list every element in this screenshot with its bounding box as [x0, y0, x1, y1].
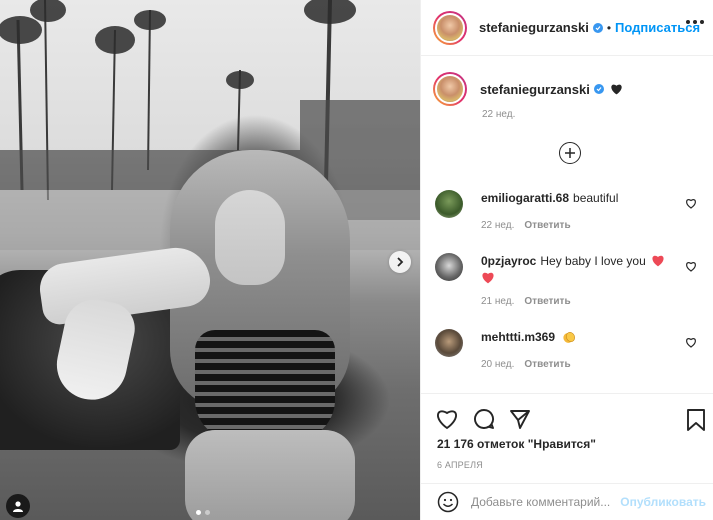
- carousel-dot-active: [196, 510, 201, 515]
- chevron-right-icon: [397, 257, 404, 267]
- comment-input[interactable]: [471, 495, 641, 509]
- verified-badge-icon: [592, 22, 603, 33]
- comments-list[interactable]: stefaniegurzanski 22 нед. emiliogaratti.…: [421, 57, 713, 393]
- comment-meta: 22 нед. Ответить: [481, 220, 571, 231]
- post-details-panel: stefaniegurzanski • Подписаться stefanie…: [420, 0, 713, 520]
- action-icons-row: [435, 408, 531, 430]
- comment-time: 21 нед.: [481, 296, 515, 307]
- commenter-username[interactable]: emiliogaratti.68: [481, 191, 569, 205]
- paper-plane-icon[interactable]: [509, 408, 531, 430]
- heart-outline-icon[interactable]: [435, 408, 459, 430]
- heart-outline-icon[interactable]: [685, 198, 697, 209]
- header-separator: •: [606, 20, 612, 35]
- verified-badge-icon: [593, 84, 604, 94]
- photo-lower-body: [185, 430, 355, 520]
- commenter-avatar[interactable]: [435, 190, 463, 218]
- reply-button[interactable]: Ответить: [524, 220, 570, 231]
- comment-body: 0pzjayroc Hey baby I love you: [481, 253, 681, 287]
- heart-outline-icon[interactable]: [685, 261, 697, 272]
- carousel-dots: [196, 510, 210, 515]
- heart-outline-icon[interactable]: [685, 337, 697, 348]
- comment-body: emiliogaratti.68 beautiful: [481, 190, 681, 207]
- red-heart-icon: [652, 255, 664, 267]
- bookmark-icon[interactable]: [686, 408, 706, 432]
- author-avatar[interactable]: [433, 10, 467, 45]
- user-tag-button[interactable]: [6, 494, 30, 518]
- post-photo[interactable]: [0, 0, 420, 520]
- user-tag-icon: [13, 501, 23, 512]
- more-horizontal-icon[interactable]: [686, 20, 704, 24]
- post-actions: 21 176 отметок "Нравится" 6 АПРЕЛЯ: [421, 393, 713, 483]
- carousel-next-button[interactable]: [389, 251, 411, 273]
- commenter-avatar[interactable]: [435, 329, 463, 357]
- carousel-dot: [205, 510, 210, 515]
- reply-button[interactable]: Ответить: [524, 296, 570, 307]
- comment-meta: 21 нед. Ответить: [481, 296, 571, 307]
- publish-button[interactable]: Опубликовать: [620, 495, 706, 509]
- commenter-username[interactable]: mehttti.m369: [481, 330, 555, 344]
- comment-time: 20 нед.: [481, 359, 515, 370]
- comment-text: beautiful: [573, 191, 619, 205]
- author-username[interactable]: stefaniegurzanski: [479, 20, 589, 35]
- caption-author-avatar[interactable]: [433, 72, 467, 106]
- plus-circle-icon: [565, 148, 575, 158]
- post-header: stefaniegurzanski • Подписаться: [421, 0, 713, 56]
- clapping-hands-icon: [563, 332, 576, 343]
- comment-text: Hey baby I love you: [540, 254, 646, 268]
- smiley-icon[interactable]: [437, 491, 459, 513]
- photo-crochet-top: [195, 330, 335, 440]
- add-comment-bar: Опубликовать: [421, 483, 713, 520]
- comment-body: mehttti.m369: [481, 329, 681, 346]
- commenter-avatar[interactable]: [435, 253, 463, 281]
- photo-face: [215, 190, 285, 285]
- load-more-comments-button[interactable]: [559, 142, 581, 164]
- likes-count[interactable]: 21 176 отметок "Нравится": [437, 437, 596, 451]
- reply-button[interactable]: Ответить: [524, 359, 570, 370]
- post-date: 6 АПРЕЛЯ: [437, 460, 483, 470]
- red-heart-icon: [482, 272, 494, 284]
- black-heart-icon: [611, 84, 622, 95]
- caption-timestamp: 22 нед.: [482, 109, 516, 120]
- caption-username[interactable]: stefaniegurzanski: [480, 82, 590, 97]
- commenter-username[interactable]: 0pzjayroc: [481, 254, 536, 268]
- comment-meta: 20 нед. Ответить: [481, 359, 571, 370]
- post-caption: stefaniegurzanski: [433, 72, 623, 106]
- comment-icon[interactable]: [473, 408, 495, 430]
- comment-time: 22 нед.: [481, 220, 515, 231]
